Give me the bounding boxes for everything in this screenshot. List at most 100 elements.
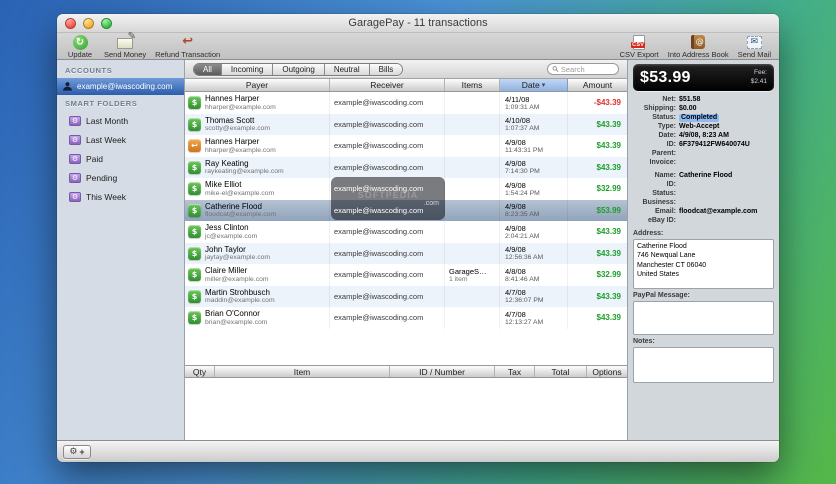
address-box: Catherine Flood 746 Newqual Lane Mancheste… <box>633 239 774 289</box>
smart-folder-list: ⚙ Last Month ⚙ Last Week ⚙ Paid ⚙ Pendin… <box>57 111 184 206</box>
filter-tab[interactable]: Neutral <box>324 63 370 75</box>
table-row[interactable]: $ Brian O'Connor brian@example.com examp… <box>185 307 627 329</box>
add-icon: + <box>79 446 85 457</box>
detail-field-label: ID: <box>666 141 676 148</box>
smart-folder-icon: ⚙ <box>69 115 81 126</box>
detail-field-label: Parent: <box>651 150 676 157</box>
transaction-type-icon: $ <box>188 160 201 174</box>
payer-name: Ray Keating <box>205 158 249 168</box>
filter-segmented-control: All Incoming Outgoing Neutral Bills <box>193 62 404 76</box>
table-row[interactable]: $ Jess Clinton jc@example.com example@iw… <box>185 221 627 243</box>
column-header-amount[interactable]: Amount <box>568 79 627 91</box>
transaction-amount: $43.39 <box>596 119 621 129</box>
update-button[interactable]: ↻ Update <box>65 34 95 59</box>
traffic-lights <box>65 18 112 29</box>
smart-folder-icon: ⚙ <box>69 134 81 145</box>
search-field[interactable] <box>547 63 619 75</box>
account-label: example@iwascoding.com <box>77 82 173 91</box>
paypal-message-label: PayPal Message: <box>633 292 690 299</box>
column-header-qty[interactable]: Qty <box>185 366 215 377</box>
minimize-button[interactable] <box>83 18 94 29</box>
smart-folder-label: Last Week <box>86 134 127 145</box>
filter-tab[interactable]: All <box>194 63 222 75</box>
receiver-cell: example@iwascoding.com <box>330 242 445 264</box>
transaction-date: 4/9/08 <box>505 180 526 190</box>
transaction-type-icon: $ <box>188 268 201 282</box>
transaction-rows: $ Hannes Harper hharper@example.com exam… <box>185 92 627 365</box>
transaction-time: 8:41:46 AM <box>505 275 540 283</box>
transaction-date: 4/9/08 <box>505 223 526 233</box>
smart-folder-label: Pending <box>86 172 118 183</box>
column-header-date[interactable]: Date ▾ <box>500 79 568 91</box>
table-row[interactable]: $ Thomas Scott scotty@example.com exampl… <box>185 113 627 135</box>
detail-field: eBay ID: <box>633 217 774 225</box>
sidebar-item-smart-folder[interactable]: ⚙ Pending <box>57 168 184 187</box>
update-label: Update <box>67 50 93 59</box>
column-header-options[interactable]: Options <box>587 366 627 377</box>
column-header-payer[interactable]: Payer <box>185 79 330 91</box>
table-row[interactable]: $ Martin Strohbusch maddin@example.com e… <box>185 285 627 307</box>
send-money-button[interactable]: ✎ Send Money <box>104 31 147 59</box>
detail-field: Type: Web-Accept <box>633 123 774 131</box>
payer-email: floodcat@example.com <box>205 211 277 219</box>
sidebar-item-account[interactable]: example@iwascoding.com <box>57 78 184 95</box>
filter-tab[interactable]: Outgoing <box>273 63 325 75</box>
filter-tab[interactable]: Bills <box>369 63 403 75</box>
filter-tab-label: Outgoing <box>282 64 315 74</box>
send-mail-icon: ✉ <box>746 35 762 49</box>
detail-field-label: Type: <box>657 123 676 130</box>
column-header-items[interactable]: Items <box>445 79 500 91</box>
table-row[interactable]: $ John Taylor jaytay@example.com example… <box>185 242 627 264</box>
search-input[interactable] <box>560 64 614 74</box>
column-header-tax[interactable]: Tax <box>495 366 535 377</box>
sidebar-item-smart-folder[interactable]: ⚙ Last Week <box>57 130 184 149</box>
transaction-type-icon: $ <box>188 203 201 217</box>
send-money-label: Send Money <box>104 50 147 59</box>
sidebar-item-smart-folder[interactable]: ⚙ Paid <box>57 149 184 168</box>
detail-field: ID: 6F379412FW640074U <box>633 141 774 149</box>
title-bar[interactable]: GaragePay - 11 transactions <box>57 14 779 33</box>
filter-tab[interactable]: Incoming <box>221 63 274 75</box>
payer-email: miller@example.com <box>205 275 269 283</box>
refund-transaction-button[interactable]: ↩ Refund Transaction <box>155 34 220 60</box>
transaction-time: 1:09:31 AM <box>505 103 540 111</box>
detail-field-value: Catherine Flood <box>679 172 733 179</box>
sidebar-item-smart-folder[interactable]: ⚙ Last Month <box>57 111 184 130</box>
payer-email: hharper@example.com <box>205 146 276 154</box>
transaction-date: 4/9/08 <box>505 137 526 147</box>
paypal-message-box[interactable] <box>633 301 774 335</box>
table-row[interactable]: $ Claire Miller miller@example.com examp… <box>185 264 627 286</box>
table-row[interactable]: $ Hannes Harper hharper@example.com exam… <box>185 92 627 114</box>
notes-box[interactable] <box>633 347 774 383</box>
filter-tab-label: Neutral <box>333 64 360 74</box>
fee-value: $2.41 <box>750 77 767 85</box>
transaction-type-icon: $ <box>188 117 201 131</box>
csv-export-button[interactable]: CSV CSV Export <box>620 34 659 59</box>
transaction-time: 1:07:37 AM <box>505 125 540 133</box>
address-label: Address: <box>633 230 664 237</box>
send-mail-button[interactable]: ✉ Send Mail <box>738 34 771 59</box>
filter-bar: All Incoming Outgoing Neutral Bills Sear… <box>185 60 627 79</box>
column-header-id-number[interactable]: ID / Number <box>390 366 495 377</box>
transaction-amount: $43.39 <box>596 291 621 301</box>
table-row[interactable]: $ Ray Keating raykeating@example.com exa… <box>185 156 627 178</box>
payer-email: hharper@example.com <box>205 103 276 111</box>
table-row[interactable]: $ Mike Elliot mike-el@example.com exampl… <box>185 178 627 200</box>
detail-field-label: Net: <box>662 96 676 103</box>
detail-field: Business: <box>633 199 774 207</box>
close-button[interactable] <box>65 18 76 29</box>
transaction-type-icon: $ <box>188 246 201 260</box>
detail-field-value <box>679 217 774 225</box>
column-header-receiver[interactable]: Receiver <box>330 79 445 91</box>
into-address-book-button[interactable]: @ Into Address Book <box>668 34 729 59</box>
zoom-button[interactable] <box>101 18 112 29</box>
table-row[interactable]: $ Catherine Flood floodcat@example.com e… <box>185 199 627 221</box>
table-row[interactable]: ↩ Hannes Harper hharper@example.com exam… <box>185 135 627 157</box>
detail-field: Status: Completed <box>633 114 774 122</box>
column-header-total[interactable]: Total <box>535 366 587 377</box>
transaction-fields: Net: $51.58 Shipping: $0.00 Status: Comp… <box>633 96 774 167</box>
transaction-time: 12:13:27 AM <box>505 318 544 326</box>
sidebar-item-smart-folder[interactable]: ⚙ This Week <box>57 187 184 206</box>
action-menu-button[interactable]: ⚙ + <box>63 444 91 459</box>
column-header-item[interactable]: Item <box>215 366 390 377</box>
